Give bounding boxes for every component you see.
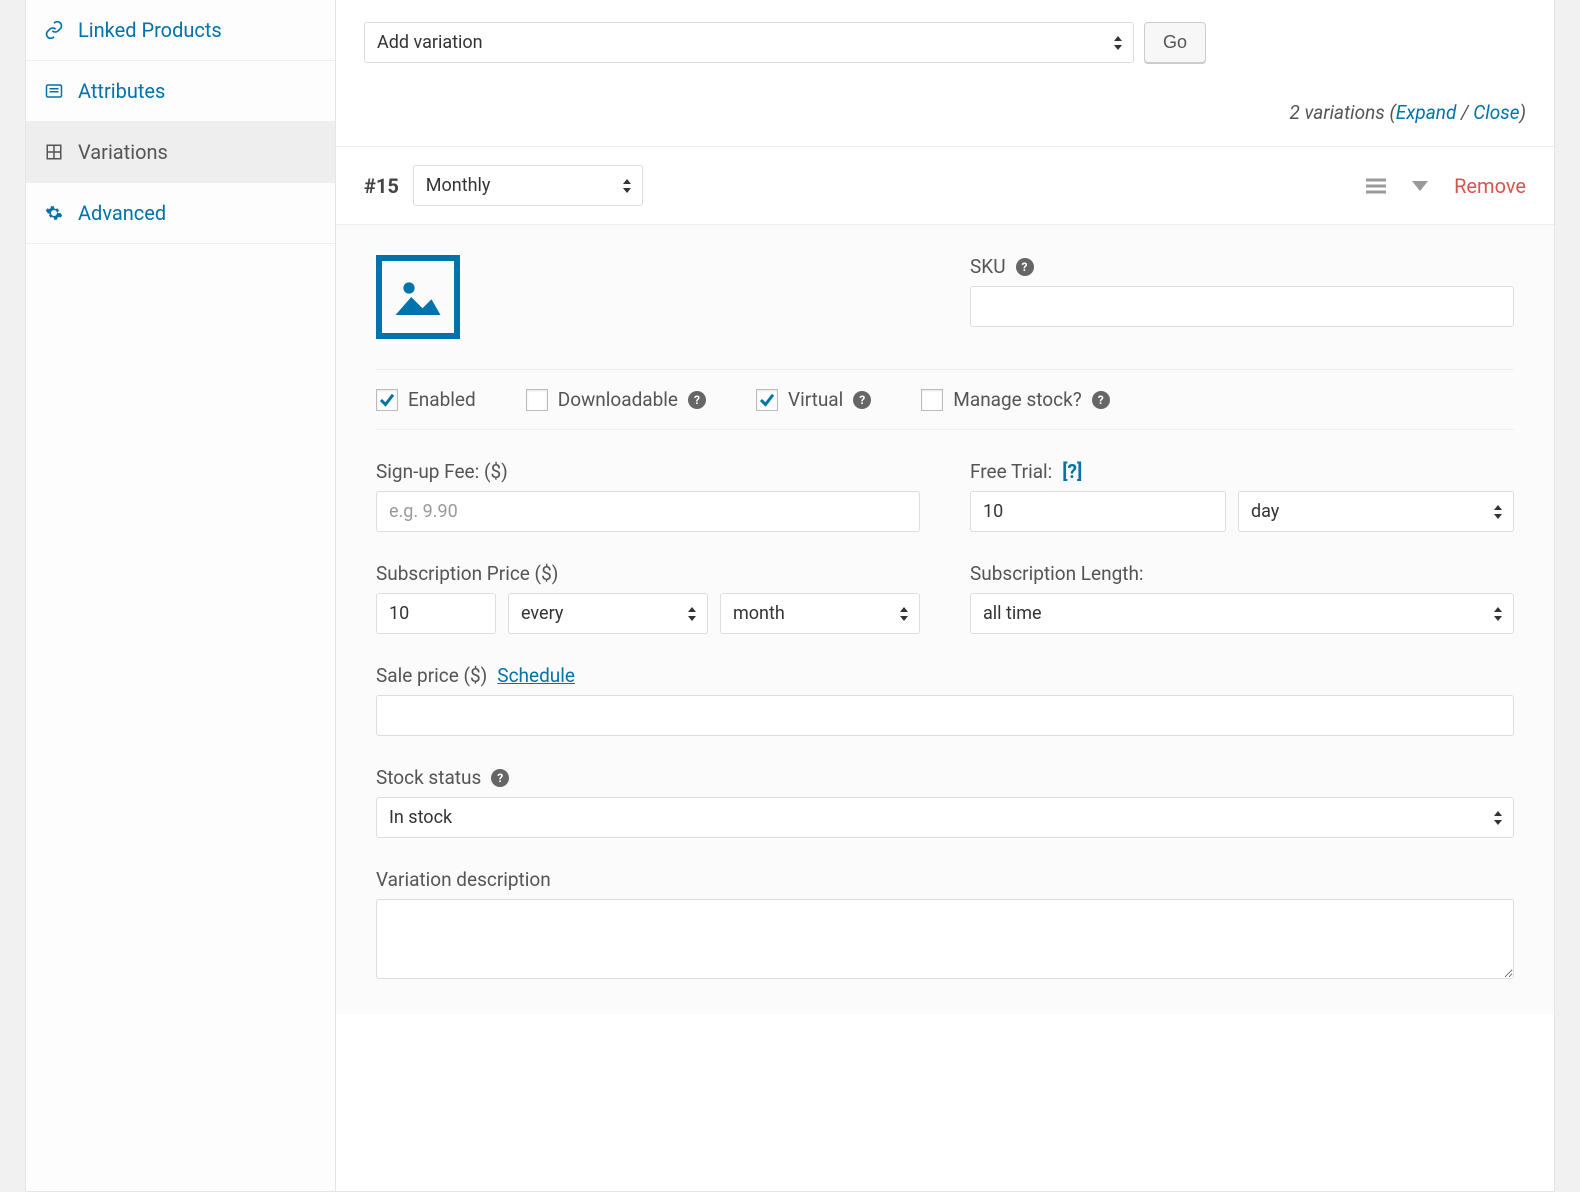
virtual-checkbox[interactable] (756, 389, 778, 411)
help-icon[interactable]: ? (491, 769, 509, 787)
product-data-tabs: Linked Products Attributes Variations Ad… (25, 0, 336, 1192)
signup-fee-label: Sign-up Fee: ($) (376, 460, 508, 483)
subscription-length-select[interactable]: all time (970, 593, 1514, 634)
sidebar-item-variations[interactable]: Variations (26, 122, 335, 183)
gear-icon (44, 203, 64, 223)
sku-input[interactable] (970, 286, 1514, 327)
subscription-period-select[interactable]: month (720, 593, 920, 634)
variations-panel: Add variation Go 2 variations (Expand / … (336, 0, 1555, 1192)
variation-description-label: Variation description (376, 868, 551, 891)
sidebar-item-linked-products[interactable]: Linked Products (26, 0, 335, 61)
grid-icon (44, 142, 64, 162)
sidebar-item-label: Advanced (78, 201, 166, 225)
variations-toolbar: Add variation Go 2 variations (Expand / … (336, 0, 1554, 147)
variations-count-text: 2 variations (Expand / Close) (364, 101, 1526, 124)
free-trial-value-input[interactable] (970, 491, 1226, 532)
free-trial-label: Free Trial: (970, 460, 1052, 483)
go-button[interactable]: Go (1144, 22, 1206, 63)
sidebar-item-label: Linked Products (78, 18, 222, 42)
separator: / (1456, 101, 1473, 124)
help-icon[interactable]: ? (1092, 391, 1110, 409)
sidebar-item-label: Variations (78, 140, 168, 164)
closing-paren: ) (1520, 101, 1526, 124)
drag-handle-icon[interactable] (1366, 178, 1386, 194)
variation-description-textarea[interactable] (376, 899, 1514, 979)
stock-status-label: Stock status (376, 766, 481, 789)
variation-flags-row: Enabled Downloadable ? Virtual ? (376, 388, 1514, 411)
enabled-checkbox[interactable] (376, 389, 398, 411)
schedule-link[interactable]: Schedule (497, 664, 575, 687)
list-icon (44, 81, 64, 101)
divider (376, 429, 1514, 430)
help-icon[interactable]: ? (688, 391, 706, 409)
variation-attribute-select[interactable]: Monthly (413, 165, 643, 206)
subscription-length-label: Subscription Length: (970, 562, 1144, 585)
sale-price-input[interactable] (376, 695, 1514, 736)
link-icon (44, 20, 64, 40)
sku-label: SKU (970, 255, 1006, 278)
variations-count-prefix: 2 variations ( (1289, 101, 1395, 124)
subscription-price-label: Subscription Price ($) (376, 562, 558, 585)
variation-id: #15 (364, 174, 399, 198)
subscription-price-input[interactable] (376, 593, 496, 634)
signup-fee-input[interactable] (376, 491, 920, 532)
help-icon[interactable]: ? (853, 391, 871, 409)
sidebar-item-label: Attributes (78, 79, 165, 103)
help-icon[interactable]: ? (1016, 258, 1034, 276)
manage-stock-label: Manage stock? (953, 388, 1081, 411)
subscription-interval-select[interactable]: every (508, 593, 708, 634)
variation-header[interactable]: #15 Monthly Remove (336, 147, 1554, 224)
divider (376, 369, 1514, 370)
expand-link[interactable]: Expand (1396, 101, 1457, 124)
virtual-label: Virtual (788, 388, 843, 411)
sidebar-item-advanced[interactable]: Advanced (26, 183, 335, 244)
variation-action-select[interactable]: Add variation (364, 22, 1134, 63)
free-trial-help-link[interactable]: [?] (1062, 460, 1082, 483)
sale-price-label: Sale price ($) (376, 664, 487, 687)
sidebar-item-attributes[interactable]: Attributes (26, 61, 335, 122)
variation-body: SKU ? Enabled Dow (336, 224, 1554, 1014)
close-link[interactable]: Close (1473, 101, 1519, 124)
collapse-icon[interactable] (1412, 181, 1428, 191)
free-trial-unit-select[interactable]: day (1238, 491, 1514, 532)
downloadable-label: Downloadable (558, 388, 678, 411)
enabled-label: Enabled (408, 388, 476, 411)
remove-variation-link[interactable]: Remove (1454, 174, 1526, 198)
downloadable-checkbox[interactable] (526, 389, 548, 411)
variation-image-placeholder[interactable] (376, 255, 460, 339)
manage-stock-checkbox[interactable] (921, 389, 943, 411)
stock-status-select[interactable]: In stock (376, 797, 1514, 838)
